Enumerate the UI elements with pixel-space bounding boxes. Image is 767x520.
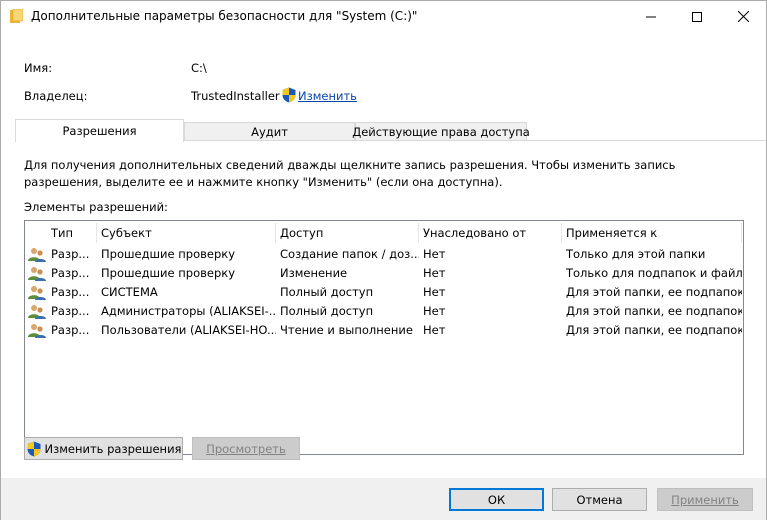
cell-type: Разр... (51, 247, 90, 261)
users-icon (28, 267, 46, 281)
cell-type: Разр... (51, 323, 90, 337)
close-button[interactable] (720, 1, 766, 32)
table-row[interactable]: Разр... Администраторы (ALIAKSEI-... Пол… (25, 302, 743, 321)
list-header: Тип Субъект Доступ Унаследовано от Приме… (25, 221, 743, 245)
cell-inherited-from: Нет (423, 285, 446, 299)
cell-principal: Пользователи (ALIAKSEI-HO... (101, 323, 276, 337)
ok-button[interactable]: ОК (449, 488, 544, 511)
column-header-principal[interactable]: Субъект (97, 221, 276, 245)
owner-label: Владелец: (24, 89, 88, 103)
dialog-content: Имя: C:\ Владелец: TrustedInstaller Изме… (1, 32, 766, 478)
button-label: Отмена (576, 492, 623, 507)
name-value: C:\ (191, 61, 207, 75)
cell-principal: Прошедшие проверку (101, 266, 236, 280)
tab-permissions[interactable]: Разрешения (15, 119, 184, 142)
permission-entries-list[interactable]: Тип Субъект Доступ Унаследовано от Приме… (24, 220, 744, 455)
column-header-inherited-from[interactable]: Унаследовано от (419, 221, 562, 245)
title-bar[interactable]: Дополнительные параметры безопасности дл… (1, 1, 766, 32)
column-header-access[interactable]: Доступ (276, 221, 419, 245)
cancel-button[interactable]: Отмена (552, 488, 647, 511)
column-header-type[interactable]: Тип (47, 221, 97, 245)
tab-audit[interactable]: Аудит (184, 122, 355, 141)
cell-inherited-from: Нет (423, 266, 446, 280)
change-permissions-button[interactable]: Изменить разрешения (24, 437, 183, 460)
cell-type: Разр... (51, 304, 90, 318)
cell-access: Полный доступ (280, 285, 374, 299)
button-label: Применить (671, 492, 739, 507)
cell-principal: Администраторы (ALIAKSEI-... (101, 304, 276, 318)
users-icon (28, 305, 46, 319)
owner-value: TrustedInstaller (191, 89, 280, 103)
cell-applies-to: Только для подпапок и файл... (566, 266, 742, 280)
change-owner-link[interactable]: Изменить (298, 89, 357, 103)
table-row[interactable]: Разр... СИСТЕМА Полный доступ Нет Для эт… (25, 283, 743, 302)
close-icon (737, 11, 749, 22)
users-icon (28, 324, 46, 338)
cell-applies-to: Для этой папки, ее подпапок ... (566, 304, 742, 318)
cell-access: Изменение (280, 266, 348, 280)
cell-inherited-from: Нет (423, 247, 446, 261)
uac-shield-icon (282, 87, 296, 103)
cell-applies-to: Для этой папки, ее подпапок ... (566, 323, 742, 337)
minimize-icon (646, 16, 656, 17)
users-icon (28, 248, 46, 262)
permission-entries-label: Элементы разрешений: (24, 200, 168, 214)
cell-principal: СИСТЕМА (101, 285, 158, 299)
cell-access: Полный доступ (280, 304, 374, 318)
button-label: Изменить разрешения (44, 441, 182, 456)
cell-access: Создание папок / доз... (280, 247, 419, 261)
view-button[interactable]: Просмотреть (192, 437, 300, 460)
dialog-footer: ОК Отмена Применить (1, 478, 766, 520)
apply-button[interactable]: Применить (657, 488, 753, 511)
folder-icon (10, 9, 23, 23)
tab-label: Разрешения (62, 124, 137, 138)
table-row[interactable]: Разр... Прошедшие проверку Изменение Нет… (25, 264, 743, 283)
table-row[interactable]: Разр... Пользователи (ALIAKSEI-HO... Чте… (25, 321, 743, 340)
uac-shield-icon (27, 441, 41, 456)
cell-inherited-from: Нет (423, 323, 446, 337)
name-label: Имя: (24, 61, 53, 75)
cell-inherited-from: Нет (423, 304, 446, 318)
security-dialog: Дополнительные параметры безопасности дл… (0, 0, 767, 520)
cell-type: Разр... (51, 285, 90, 299)
cell-type: Разр... (51, 266, 90, 280)
button-label: Просмотреть (206, 441, 286, 456)
maximize-icon (692, 11, 702, 22)
users-icon (28, 286, 46, 300)
button-label: ОК (487, 492, 506, 507)
window-title: Дополнительные параметры безопасности дл… (31, 9, 418, 23)
cell-applies-to: Только для этой папки (566, 247, 706, 261)
maximize-button[interactable] (674, 1, 720, 32)
cell-access: Чтение и выполнение (280, 323, 413, 337)
permissions-description: Для получения дополнительных сведений дв… (24, 158, 676, 189)
tab-label: Аудит (251, 125, 288, 139)
column-header-applies-to[interactable]: Применяется к (562, 221, 742, 245)
cell-principal: Прошедшие проверку (101, 247, 236, 261)
minimize-button[interactable] (628, 1, 674, 32)
tab-effective-access[interactable]: Действующие права доступа (352, 122, 530, 141)
cell-applies-to: Для этой папки, ее подпапок ... (566, 285, 742, 299)
tab-label: Действующие права доступа (352, 125, 530, 139)
table-row[interactable]: Разр... Прошедшие проверку Создание папо… (25, 245, 743, 264)
